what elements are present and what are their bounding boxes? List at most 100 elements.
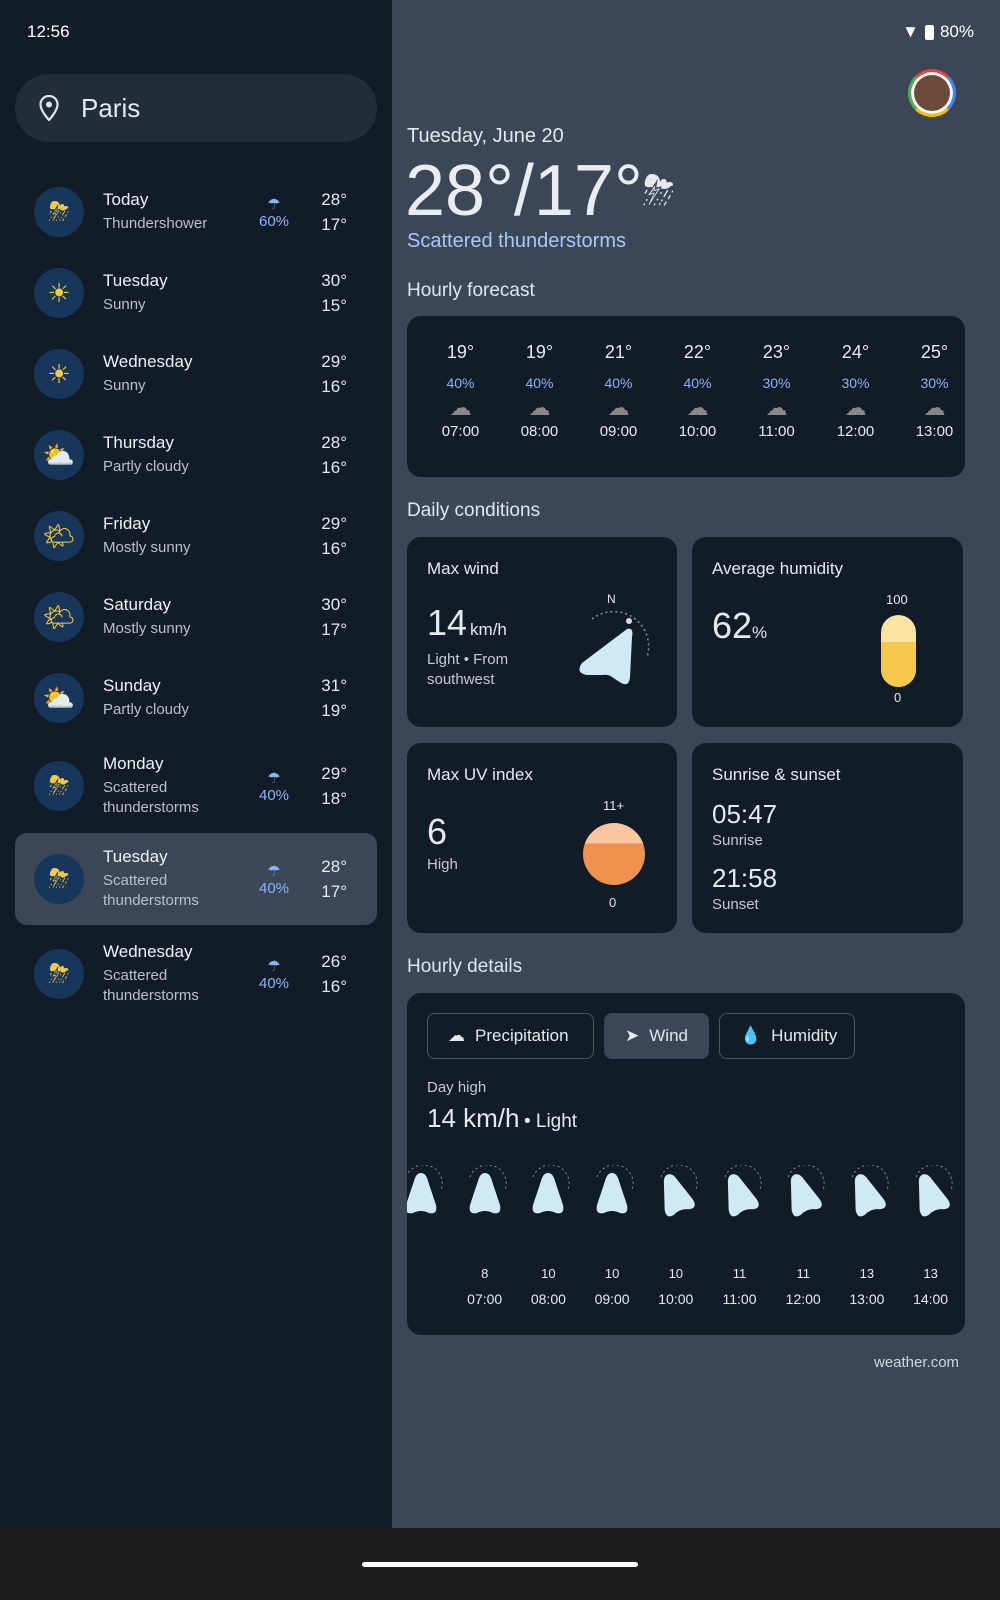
hour-temp: 19°: [525, 342, 554, 362]
compass-north: N: [607, 592, 616, 606]
wind-speed: 10: [604, 1266, 620, 1281]
wind-speed: 13: [859, 1266, 875, 1281]
sunrise-label: Sunrise: [712, 832, 763, 849]
rain-cloud-icon: ☂: [267, 769, 281, 787]
rain-cloud-icon: ☁: [449, 395, 472, 420]
high-temp: 29°: [321, 764, 347, 783]
card-title: Average humidity: [712, 559, 844, 578]
day-high-desc: • Light: [523, 1111, 578, 1132]
wind-time: 09:00: [594, 1291, 630, 1307]
wind-time: 07:00: [467, 1291, 503, 1307]
partly-cloudy-icon: ⛅: [34, 673, 84, 723]
wind-time: 14:00: [913, 1291, 949, 1307]
avatar[interactable]: [908, 69, 956, 117]
source-link[interactable]: weather.com: [874, 1354, 959, 1371]
wind-hour-item: 11 12:00: [771, 1164, 835, 1307]
hour-time: 08:00: [520, 423, 559, 440]
low-temp: 17°: [321, 620, 347, 639]
day-row[interactable]: ⛅ Thursday Partly cloudy 28° 16°: [15, 409, 377, 501]
day-condition: Scattered thunderstorms: [103, 779, 199, 816]
day-row[interactable]: 🌤 Saturday Mostly sunny 30° 17°: [15, 571, 377, 663]
day-row[interactable]: ☀ Wednesday Sunny 29° 16°: [15, 328, 377, 420]
status-time: 12:56: [27, 22, 70, 41]
day-row[interactable]: ⛈ Wednesday Scattered thunderstorms ☂ 40% …: [15, 928, 377, 1020]
day-row[interactable]: ⛈ Today Thundershower ☂ 60% 28° 17°: [15, 166, 377, 258]
location-search[interactable]: Paris: [15, 74, 377, 142]
hourly-item: 21° 40% ☁ 09:00: [579, 342, 658, 440]
high-temp: 29°: [321, 352, 347, 371]
home-handle[interactable]: [362, 1562, 638, 1567]
day-name: Friday: [103, 514, 151, 533]
day-name: Tuesday: [103, 271, 168, 290]
droplet-icon: 💧: [740, 1026, 762, 1045]
tab-label: Humidity: [771, 1026, 838, 1045]
low-temp: 16°: [321, 458, 347, 477]
cloud-icon: ☁: [923, 395, 946, 420]
tab-wind[interactable]: ➤ Wind: [604, 1013, 709, 1059]
hour-temp: 23°: [762, 342, 791, 362]
low-temp: 19°: [321, 701, 347, 720]
hour-temp: 22°: [683, 342, 712, 362]
hourly-forecast-title: Hourly forecast: [407, 280, 535, 301]
thunderstorm-icon: ⛈: [642, 168, 675, 213]
day-row[interactable]: ⛅ Sunday Partly cloudy 31° 19°: [15, 652, 377, 744]
hourly-item: 23° 30% ☁ 11:00: [737, 342, 816, 440]
wind-unit: km/h: [470, 620, 507, 639]
tab-precipitation[interactable]: ☁ Precipitation: [427, 1013, 594, 1059]
wind-speed: 8: [481, 1266, 489, 1281]
location-panel: 12:56 Paris ⛈ Today Thundershower ☂ 60% 28…: [0, 0, 392, 1528]
high-temp: 28°: [321, 190, 347, 209]
low-temp: 16°: [321, 377, 347, 396]
max-wind-card[interactable]: Max wind 14 km/h Light • From southwest N: [407, 537, 677, 727]
cloud-icon: ☁: [844, 395, 867, 420]
card-title: Sunrise & sunset: [712, 765, 841, 784]
rain-cloud-icon: ☁: [607, 395, 630, 420]
hourly-item: 19° 40% ☁ 07:00: [421, 342, 500, 440]
high-temp: 30°: [321, 271, 347, 290]
wind-hour-item: 10 09:00: [580, 1164, 644, 1307]
uv-index-card[interactable]: Max UV index 6 High 11+ 0: [407, 743, 677, 933]
day-row[interactable]: 🌤 Friday Mostly sunny 29° 16°: [15, 490, 377, 582]
day-condition: Mostly sunny: [103, 539, 191, 556]
humidity-max: 100: [886, 592, 908, 607]
uv-gauge: [583, 823, 645, 885]
navigation-bar: [0, 1528, 1000, 1600]
day-condition: Thundershower: [103, 215, 208, 232]
wind-hour-item: 14 15:00: [962, 1165, 965, 1307]
day-row[interactable]: ⛈ Tuesday Scattered thunderstorms ☂ 40% 28…: [15, 833, 377, 925]
hourly-forecast-card[interactable]: 19° 40% ☁ 07:00 19° 40% ☁ 08:00 21° 40% ☁ 09:00 22° 4…: [407, 316, 965, 477]
tab-humidity[interactable]: 💧 Humidity: [719, 1013, 855, 1059]
hourly-item: 19° 40% ☁ 08:00: [500, 342, 579, 440]
hour-temp: 21°: [604, 342, 633, 362]
wind-hour-item: 10 10:00: [644, 1164, 708, 1307]
hour-time: 11:00: [758, 423, 795, 440]
wind-speed: 14: [962, 1266, 965, 1281]
location-name: Paris: [81, 92, 141, 123]
day-row[interactable]: ⛈ Monday Scattered thunderstorms ☂ 40% 29°…: [15, 740, 377, 832]
wind-direction-icon: [787, 1164, 825, 1217]
mostly-sunny-icon: 🌤: [34, 511, 84, 561]
wind-speed: 11: [796, 1266, 810, 1281]
uv-min: 0: [609, 895, 617, 910]
day-name: Wednesday: [103, 352, 193, 371]
rain-cloud-icon: ☁: [686, 395, 709, 420]
low-temp: 16°: [321, 539, 347, 558]
sunrise-sunset-card[interactable]: Sunrise & sunset 05:47 Sunrise 21:58 Sun…: [692, 743, 963, 933]
sunset-label: Sunset: [712, 896, 759, 913]
wind-speed: 11: [732, 1266, 747, 1281]
hour-precip: 40%: [604, 375, 633, 391]
high-temp: 28°: [321, 857, 347, 876]
hour-time: 07:00: [441, 423, 480, 440]
hour-precip: 30%: [762, 375, 791, 391]
wind-direction-icon: [915, 1164, 953, 1217]
wind-desc: Light • From southwest: [427, 651, 509, 688]
humidity-min: 0: [894, 690, 902, 705]
rain-cloud-icon: ☁: [528, 395, 551, 420]
battery-icon: [924, 24, 934, 40]
wind-direction-icon: [407, 1164, 443, 1214]
humidity-unit: %: [752, 623, 768, 642]
day-row[interactable]: ☀ Tuesday Sunny 30° 15°: [15, 247, 377, 339]
card-title: Max wind: [427, 559, 499, 578]
humidity-card[interactable]: Average humidity 62% 100 0: [692, 537, 963, 727]
rain-cloud-icon: ☂: [267, 195, 281, 213]
